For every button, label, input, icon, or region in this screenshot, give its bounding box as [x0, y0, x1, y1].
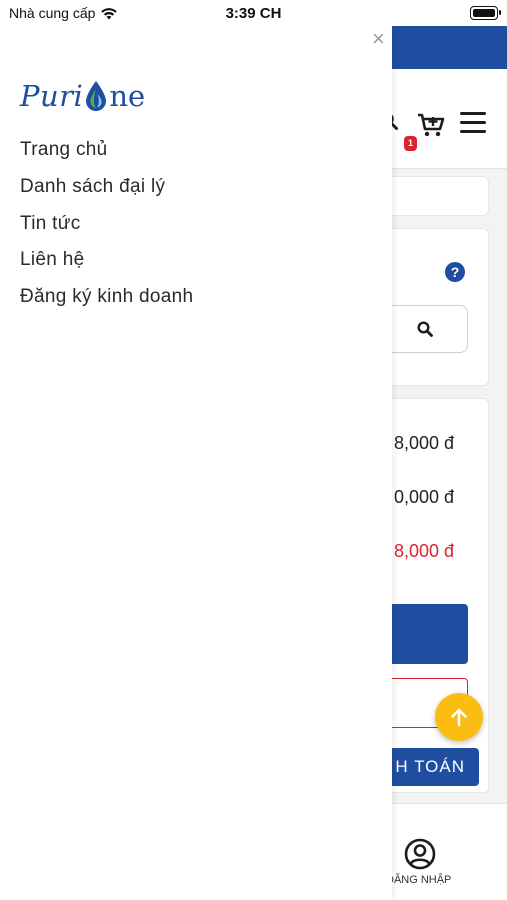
- search-icon: [417, 321, 433, 337]
- logo-text-left: Puri: [20, 79, 84, 113]
- arrow-up-icon: [451, 708, 467, 727]
- close-icon[interactable]: ×: [372, 28, 385, 50]
- brand-logo[interactable]: Puri ne: [20, 78, 145, 114]
- scroll-to-top-button[interactable]: [435, 693, 483, 741]
- checkout-button[interactable]: H TOÁN: [380, 748, 479, 786]
- nav-item-contact[interactable]: Liên hệ: [20, 247, 193, 284]
- side-drawer: × Puri ne Trang chủ Danh sách đại lý Tin…: [0, 26, 392, 900]
- nav-item-home[interactable]: Trang chủ: [20, 137, 193, 174]
- battery-icon: [470, 6, 501, 20]
- login-label[interactable]: ĐĂNG NHẬP: [386, 874, 451, 886]
- drawer-nav-list: Trang chủ Danh sách đại lý Tin tức Liên …: [20, 137, 193, 321]
- help-icon[interactable]: ?: [445, 262, 465, 282]
- status-bar: Nhà cung cấp 3:39 CH: [0, 0, 507, 26]
- user-circle-icon[interactable]: [404, 838, 436, 870]
- status-time: 3:39 CH: [225, 5, 282, 22]
- nav-item-dealers[interactable]: Danh sách đại lý: [20, 174, 193, 211]
- price-total: 8,000 đ: [394, 541, 455, 561]
- search-button[interactable]: [380, 305, 468, 353]
- hamburger-menu-icon[interactable]: [460, 112, 486, 134]
- cart-badge: 1: [404, 136, 417, 151]
- water-drop-logo-icon: [86, 81, 107, 111]
- nav-item-business-register[interactable]: Đăng ký kinh doanh: [20, 284, 193, 321]
- cart-icon[interactable]: [417, 112, 445, 138]
- nav-item-news[interactable]: Tin tức: [20, 211, 193, 248]
- primary-button[interactable]: [380, 604, 468, 664]
- logo-text-right: ne: [109, 79, 146, 113]
- price-value: 0,000 đ: [394, 487, 455, 507]
- price-value: 8,000 đ: [394, 433, 455, 453]
